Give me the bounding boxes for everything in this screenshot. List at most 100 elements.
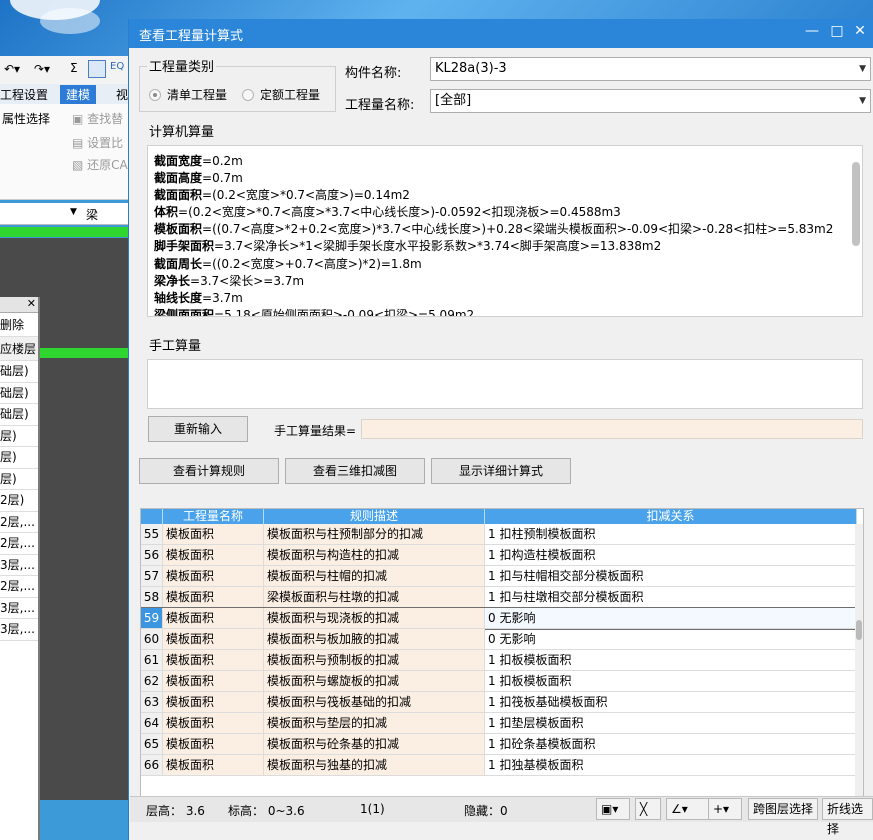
row-number[interactable]: 62 (141, 671, 163, 692)
row-deduction-relation[interactable]: 1 扣砼条基模板面积 (485, 734, 857, 755)
row-number[interactable]: 63 (141, 692, 163, 713)
scroll-thumb[interactable] (856, 620, 862, 640)
eq-icon[interactable]: EQ (110, 61, 124, 72)
table-row[interactable]: 56 模板面积 模板面积与构造柱的扣减 1 扣构造柱模板面积 (141, 545, 857, 566)
undo-icon[interactable]: ↶▾ (4, 62, 20, 76)
table-row[interactable]: 62 模板面积 模板面积与螺旋板的扣减 1 扣板模板面积 (141, 671, 857, 692)
row-quantity-name[interactable]: 模板面积 (163, 755, 264, 776)
header-deduction-relation[interactable]: 扣减关系 (485, 509, 857, 524)
row-rule-description[interactable]: 模板面积与现浇板的扣减 (264, 608, 485, 629)
row-number[interactable]: 59 (141, 608, 163, 629)
row-deduction-relation[interactable]: 1 扣与柱帽相交部分模板面积 (485, 566, 857, 587)
table-scrollbar[interactable] (855, 524, 863, 801)
row-rule-description[interactable]: 模板面积与柱帽的扣减 (264, 566, 485, 587)
row-number[interactable]: 60 (141, 629, 163, 650)
table-row[interactable]: 58 模板面积 梁模板面积与柱墩的扣减 1 扣与柱墩相交部分模板面积 (141, 587, 857, 608)
table-row[interactable]: 59 模板面积 模板面积与现浇板的扣减 0 无影响 (141, 607, 858, 630)
view-calc-icon[interactable] (88, 60, 106, 78)
floor-list-item[interactable]: 层) (0, 469, 38, 490)
minimize-icon[interactable]: — (801, 23, 823, 39)
ribbon-find-replace[interactable]: ▣ 查找替 (72, 110, 123, 127)
show-detailed-formula-button[interactable]: 显示详细计算式 (431, 458, 571, 484)
row-quantity-name[interactable]: 模板面积 (163, 629, 264, 650)
floor-list-item[interactable]: 层) (0, 447, 38, 469)
row-quantity-name[interactable]: 模板面积 (163, 545, 264, 566)
add-icon[interactable]: +▾ (708, 798, 742, 820)
row-quantity-name[interactable]: 模板面积 (163, 608, 264, 629)
radio-quota-quantity[interactable]: 定额工程量 (242, 86, 320, 103)
calc-scrollbar[interactable] (852, 162, 860, 246)
maximize-icon[interactable]: □ (826, 23, 848, 39)
row-quantity-name[interactable]: 模板面积 (163, 524, 264, 545)
row-deduction-relation[interactable]: 1 扣与柱墩相交部分模板面积 (485, 587, 857, 608)
floor-list-item[interactable]: 3层,... (0, 598, 38, 619)
quantity-name-select[interactable]: [全部] ▼ (430, 89, 871, 113)
floor-list-item[interactable]: 础层) (0, 404, 38, 426)
component-name-select[interactable]: KL28a(3)-3 ▼ (430, 57, 871, 81)
cross-icon[interactable]: ╳ (635, 798, 661, 820)
row-quantity-name[interactable]: 模板面积 (163, 566, 264, 587)
row-deduction-relation[interactable]: 1 扣垫层模板面积 (485, 713, 857, 734)
row-deduction-relation[interactable]: 0 无影响 (485, 608, 857, 629)
component-type-select[interactable]: ▼ 梁 (0, 203, 130, 225)
tab-project-settings[interactable]: 工程设置 (0, 86, 48, 103)
row-rule-description[interactable]: 模板面积与柱预制部分的扣减 (264, 524, 485, 545)
ribbon-set-scale[interactable]: ▤ 设置比 (72, 134, 123, 151)
reenter-button[interactable]: 重新输入 (148, 416, 248, 442)
row-rule-description[interactable]: 模板面积与砼条基的扣减 (264, 734, 485, 755)
row-number[interactable]: 64 (141, 713, 163, 734)
view-3d-deduction-button[interactable]: 查看三维扣减图 (285, 458, 425, 484)
row-rule-description[interactable]: 模板面积与螺旋板的扣减 (264, 671, 485, 692)
row-rule-description[interactable]: 模板面积与构造柱的扣减 (264, 545, 485, 566)
row-quantity-name[interactable]: 模板面积 (163, 734, 264, 755)
table-row[interactable]: 63 模板面积 模板面积与筏板基础的扣减 1 扣筏板基础模板面积 (141, 692, 857, 713)
calc-formula-area[interactable]: 截面宽度=0.2m 截面高度=0.7m 截面面积=(0.2<宽度>*0.7<高度>)… (147, 145, 863, 317)
snap-mode-button[interactable]: ▣▾ (596, 798, 630, 820)
sum-icon[interactable]: Σ (70, 61, 78, 75)
row-quantity-name[interactable]: 模板面积 (163, 671, 264, 692)
table-row[interactable]: 65 模板面积 模板面积与砼条基的扣减 1 扣砼条基模板面积 (141, 734, 857, 755)
row-deduction-relation[interactable]: 1 扣柱预制模板面积 (485, 524, 857, 545)
ribbon-restore-cad[interactable]: ▧ 还原CA (72, 156, 128, 173)
table-row[interactable]: 60 模板面积 模板面积与板加腋的扣减 0 无影响 (141, 629, 857, 650)
row-rule-description[interactable]: 模板面积与筏板基础的扣减 (264, 692, 485, 713)
row-number[interactable]: 61 (141, 650, 163, 671)
angle-icon[interactable]: ∠▾ (666, 798, 712, 820)
row-quantity-name[interactable]: 模板面积 (163, 587, 264, 608)
row-rule-description[interactable]: 模板面积与预制板的扣减 (264, 650, 485, 671)
ribbon-property-select[interactable]: 属性选择 (2, 110, 50, 127)
redo-icon[interactable]: ↷▾ (34, 62, 50, 76)
row-rule-description[interactable]: 梁模板面积与柱墩的扣减 (264, 587, 485, 608)
tab-modeling[interactable]: 建模 (60, 85, 97, 104)
row-number[interactable]: 56 (141, 545, 163, 566)
floor-list-item[interactable]: 层) (0, 426, 38, 447)
row-number[interactable]: 55 (141, 524, 163, 545)
header-quantity-name[interactable]: 工程量名称 (163, 509, 264, 524)
close-icon[interactable]: ✕ (27, 297, 36, 310)
manual-formula-input[interactable] (147, 359, 863, 409)
row-rule-description[interactable]: 模板面积与独基的扣减 (264, 755, 485, 776)
row-number[interactable]: 58 (141, 587, 163, 608)
table-row[interactable]: 66 模板面积 模板面积与独基的扣减 1 扣独基模板面积 (141, 755, 857, 776)
floor-list-item[interactable]: 2层,... (0, 512, 38, 533)
floor-list-item[interactable]: 3层,... (0, 555, 38, 576)
row-deduction-relation[interactable]: 1 扣独基模板面积 (485, 755, 857, 776)
view-calc-rules-button[interactable]: 查看计算规则 (139, 458, 279, 484)
table-row[interactable]: 61 模板面积 模板面积与预制板的扣减 1 扣板模板面积 (141, 650, 857, 671)
table-row[interactable]: 55 模板面积 模板面积与柱预制部分的扣减 1 扣柱预制模板面积 (141, 524, 857, 545)
row-quantity-name[interactable]: 模板面积 (163, 650, 264, 671)
floor-list-item[interactable]: 2层) (0, 490, 38, 512)
row-deduction-relation[interactable]: 1 扣构造柱模板面积 (485, 545, 857, 566)
floor-list-item[interactable]: 3层,... (0, 619, 38, 641)
table-row[interactable]: 64 模板面积 模板面积与垫层的扣减 1 扣垫层模板面积 (141, 713, 857, 734)
polyline-select-button[interactable]: 折线选择 (822, 798, 873, 836)
row-number[interactable]: 57 (141, 566, 163, 587)
floor-list-item[interactable]: 2层,... (0, 533, 38, 555)
row-number[interactable]: 66 (141, 755, 163, 776)
tab-view[interactable]: 视 (116, 86, 128, 103)
table-row[interactable]: 57 模板面积 模板面积与柱帽的扣减 1 扣与柱帽相交部分模板面积 (141, 566, 857, 587)
row-number[interactable]: 65 (141, 734, 163, 755)
floor-list-item[interactable]: 2层,... (0, 576, 38, 598)
cross-layer-select-button[interactable]: 跨图层选择 (748, 798, 819, 820)
row-deduction-relation[interactable]: 0 无影响 (485, 629, 857, 650)
